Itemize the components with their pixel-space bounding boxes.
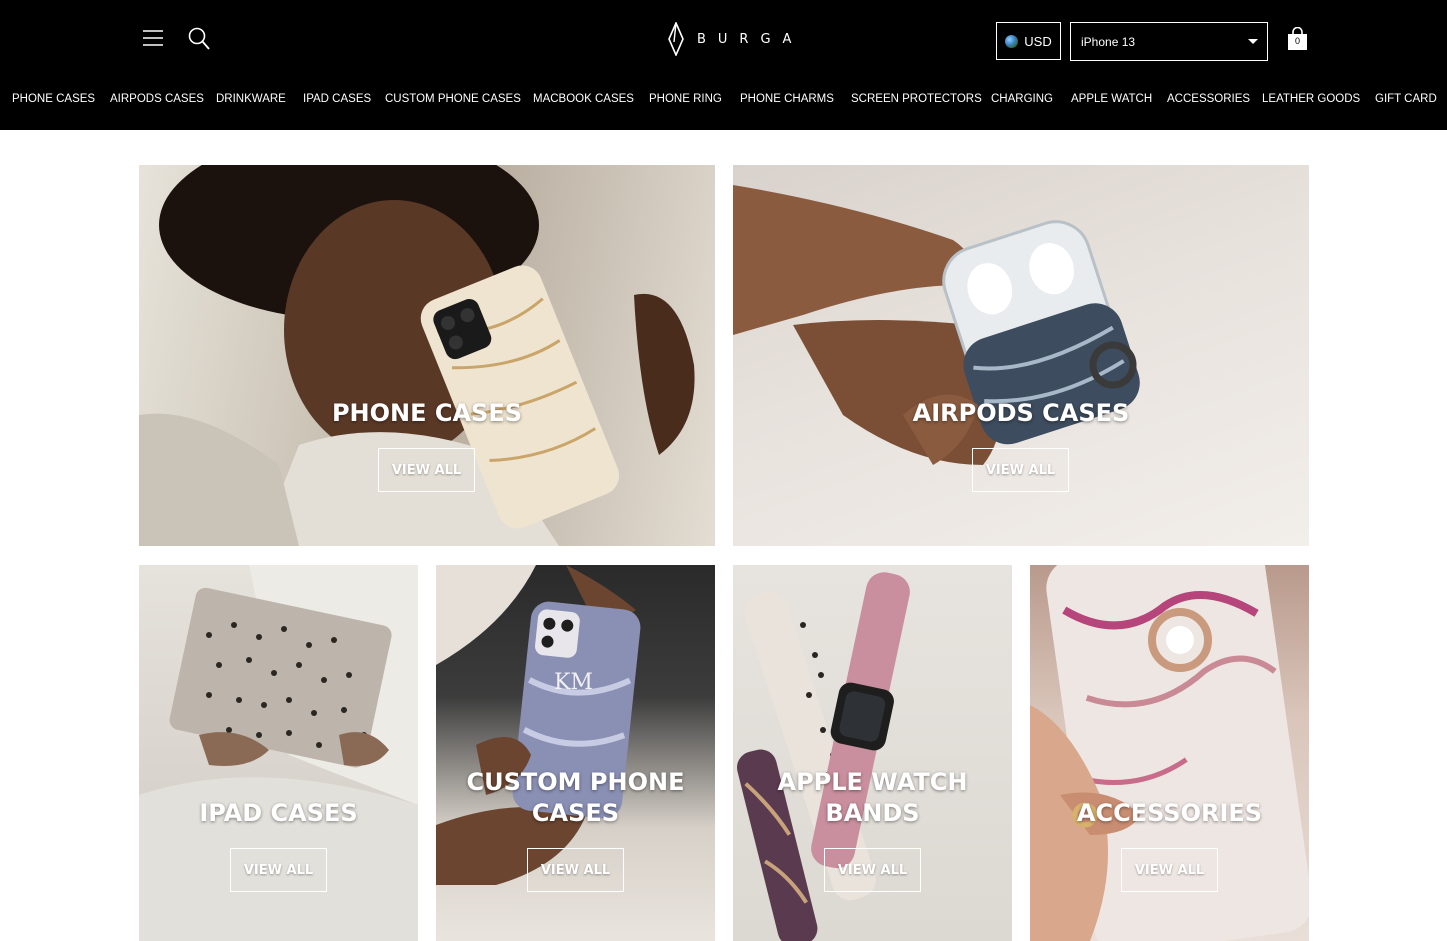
- nav-item-screen-protectors[interactable]: SCREEN PROTECTORS: [851, 93, 982, 105]
- category-tile-phone-cases[interactable]: PHONE CASES VIEW ALL: [139, 165, 715, 546]
- globe-icon: [1005, 34, 1019, 48]
- category-tile-apple-watch-bands[interactable]: APPLE WATCH BANDS VIEW ALL: [733, 565, 1012, 941]
- nav-item-phone-ring[interactable]: PHONE RING: [649, 93, 722, 105]
- device-model-value: iPhone 13: [1081, 34, 1136, 49]
- nav-item-drinkware[interactable]: DRINKWARE: [216, 93, 286, 105]
- view-all-button[interactable]: VIEW ALL: [1121, 848, 1218, 892]
- nav-item-gift-card[interactable]: GIFT CARD: [1375, 93, 1437, 105]
- view-all-button[interactable]: VIEW ALL: [972, 448, 1069, 492]
- logo-wordmark: BURGA: [697, 31, 804, 47]
- device-model-select[interactable]: iPhone 13: [1070, 22, 1268, 61]
- nav-item-charging[interactable]: CHARGING: [991, 93, 1053, 105]
- nav-item-phone-charms[interactable]: PHONE CHARMS: [740, 93, 834, 105]
- chevron-down-icon: [1248, 39, 1258, 44]
- case-monogram: KM: [554, 670, 593, 695]
- category-tile-accessories[interactable]: ACCESSORIES VIEW ALL: [1030, 565, 1309, 941]
- tile-title-line-2: CASES: [531, 799, 620, 827]
- tile-title: AIRPODS CASES: [912, 399, 1130, 427]
- main-navigation: PHONE CASES AIRPODS CASES DRINKWARE IPAD…: [0, 93, 1447, 113]
- tile-title-line-2: BANDS: [825, 799, 920, 827]
- nav-item-leather-goods[interactable]: LEATHER GOODS: [1262, 93, 1360, 105]
- view-all-button[interactable]: VIEW ALL: [824, 848, 921, 892]
- category-tile-airpods-cases[interactable]: AIRPODS CASES VIEW ALL: [733, 165, 1309, 546]
- currency-label: USD: [1024, 33, 1052, 49]
- nav-item-phone-cases[interactable]: PHONE CASES: [12, 93, 95, 105]
- tile-title: ACCESSORIES: [1076, 799, 1263, 827]
- tile-title-line-1: CUSTOM PHONE: [466, 768, 685, 796]
- nav-item-ipad-cases[interactable]: IPAD CASES: [303, 93, 371, 105]
- hamburger-menu-icon[interactable]: [142, 28, 164, 48]
- tile-title: PHONE CASES: [331, 399, 523, 427]
- cart-button[interactable]: 0: [1287, 27, 1308, 51]
- nav-item-custom-phone-cases[interactable]: CUSTOM PHONE CASES: [385, 93, 521, 105]
- cart-count-badge: 0: [1294, 36, 1300, 46]
- category-tile-ipad-cases[interactable]: IPAD CASES VIEW ALL: [139, 565, 418, 941]
- currency-selector[interactable]: USD: [996, 22, 1061, 60]
- nav-item-macbook-cases[interactable]: MACBOOK CASES: [533, 93, 634, 105]
- view-all-button[interactable]: VIEW ALL: [527, 848, 624, 892]
- site-header: BURGA USD iPhone 13 0 PHONE CASES AIRPOD…: [0, 0, 1447, 130]
- view-all-button[interactable]: VIEW ALL: [230, 848, 327, 892]
- burga-logo-mark-icon: [668, 22, 684, 56]
- burga-logo[interactable]: BURGA: [667, 22, 803, 56]
- view-all-button[interactable]: VIEW ALL: [378, 448, 475, 492]
- nav-item-apple-watch[interactable]: APPLE WATCH: [1071, 93, 1152, 105]
- nav-item-airpods-cases[interactable]: AIRPODS CASES: [110, 93, 204, 105]
- category-tile-custom-phone-cases[interactable]: KM CUSTOM PHONE CASES VIEW ALL: [436, 565, 715, 941]
- tile-title: IPAD CASES: [199, 799, 358, 827]
- tile-title-line-1: APPLE WATCH: [777, 768, 968, 796]
- nav-item-accessories[interactable]: ACCESSORIES: [1167, 93, 1250, 105]
- search-icon[interactable]: [188, 27, 210, 51]
